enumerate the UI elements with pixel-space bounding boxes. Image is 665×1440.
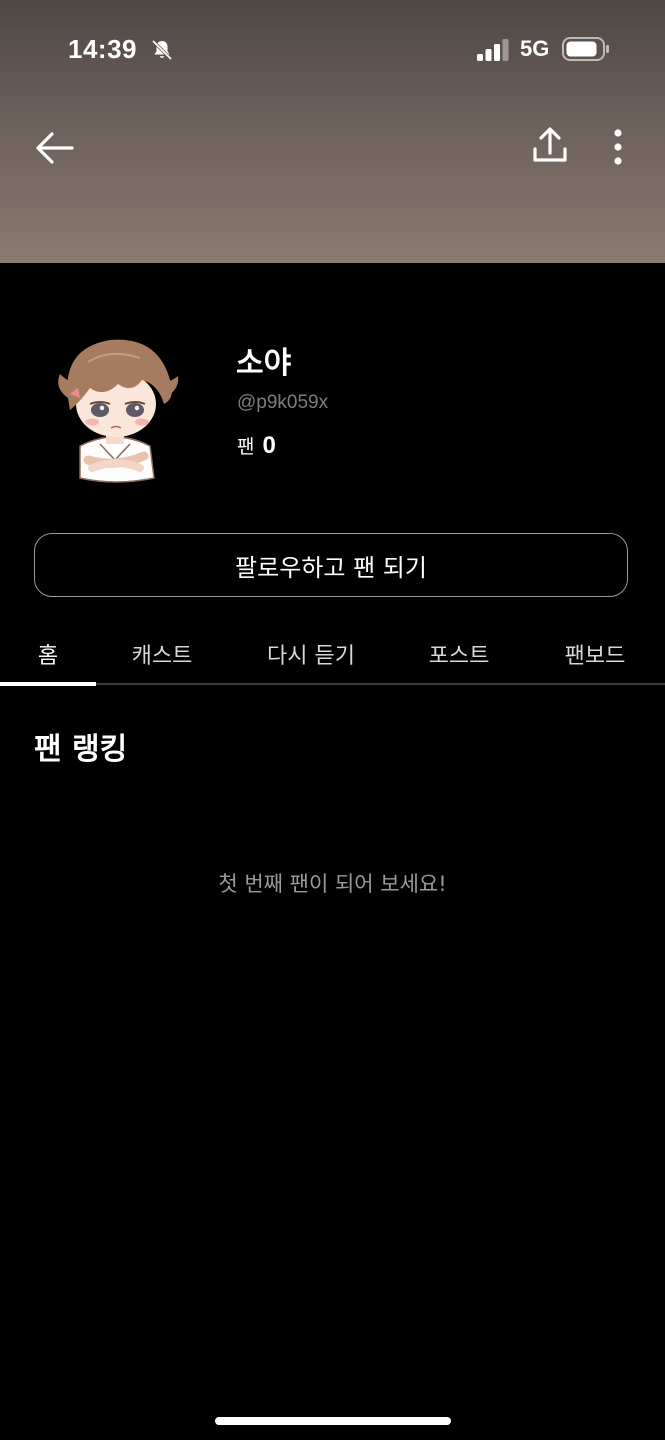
fan-ranking-empty-message: 첫 번째 팬이 되어 보세요!: [218, 872, 447, 896]
tab-cast[interactable]: 캐스트: [132, 638, 193, 670]
tab-home[interactable]: 홈: [38, 638, 58, 670]
follow-button[interactable]: 팔로우하고 팬 되기: [34, 533, 628, 597]
fans-label: 팬: [237, 436, 255, 458]
bell-off-icon: [151, 39, 173, 61]
fans-stat: 팬 0: [237, 432, 276, 460]
avatar[interactable]: [40, 318, 190, 488]
back-button[interactable]: [30, 126, 78, 170]
active-tab-indicator: [0, 682, 96, 686]
home-indicator[interactable]: [215, 1417, 451, 1425]
tab-fanboard[interactable]: 팬보드: [565, 638, 626, 670]
tab-post[interactable]: 포스트: [429, 638, 490, 670]
share-button[interactable]: [530, 125, 570, 167]
tabs-divider: [0, 683, 665, 685]
tab-replay[interactable]: 다시 듣기: [267, 638, 355, 670]
battery-icon: [562, 37, 609, 61]
status-time: 14:39: [68, 34, 137, 64]
more-vertical-button[interactable]: [604, 126, 632, 168]
signal-icon: [477, 39, 509, 61]
fan-ranking-title: 팬 랭킹: [34, 732, 128, 767]
profile-name: 소야: [236, 346, 292, 381]
network-type: 5G: [520, 36, 550, 61]
profile-handle: @p9k059x: [237, 392, 329, 413]
profile-tabs: 홈 캐스트 다시 듣기 포스트 팬보드: [0, 620, 665, 686]
fans-count: 0: [262, 432, 276, 459]
